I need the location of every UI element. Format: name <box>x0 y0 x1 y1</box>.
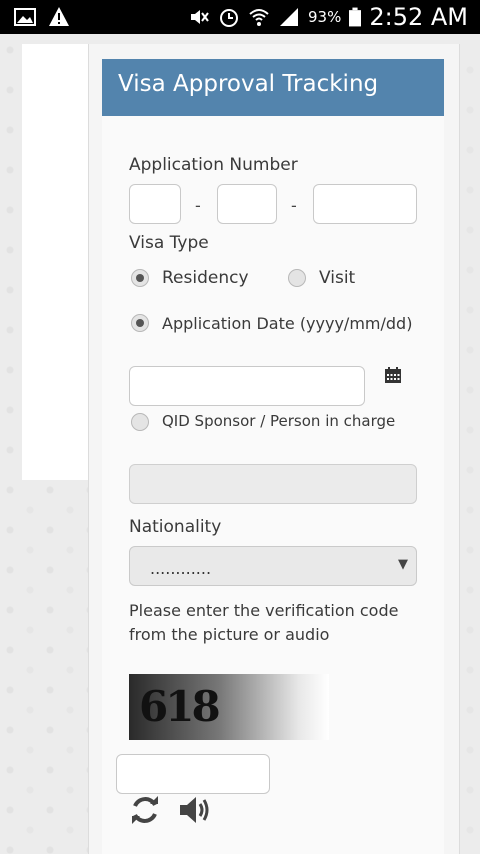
nationality-selected-value: ............ <box>150 559 212 578</box>
mute-icon <box>191 10 209 24</box>
wifi-icon <box>249 9 269 26</box>
captcha-input[interactable] <box>116 754 270 794</box>
refresh-icon[interactable] <box>128 794 162 826</box>
speaker-icon[interactable] <box>178 794 212 826</box>
application-number-label: Application Number <box>129 155 298 175</box>
page-title: Visa Approval Tracking <box>102 59 444 116</box>
calendar-icon[interactable] <box>385 367 401 383</box>
visit-label: Visit <box>319 268 356 288</box>
residency-label: Residency <box>162 268 249 288</box>
verification-instruction-line1: Please enter the verification code <box>129 601 399 620</box>
application-number-part3-input[interactable] <box>313 184 417 224</box>
signal-icon <box>280 8 298 26</box>
qid-sponsor-label: QID Sponsor / Person in charge <box>162 412 396 430</box>
clock: 2:52 AM <box>369 3 468 31</box>
nationality-label: Nationality <box>129 517 222 537</box>
battery-percent: 93% <box>308 8 342 26</box>
image-icon <box>14 8 36 26</box>
side-panel <box>22 44 88 480</box>
application-date-input[interactable] <box>129 366 365 406</box>
separator: - <box>291 196 297 215</box>
qid-sponsor-input[interactable] <box>129 464 417 504</box>
visa-type-label: Visa Type <box>129 233 209 253</box>
radio-residency[interactable] <box>131 269 149 287</box>
nationality-select[interactable]: ............ ▼ <box>129 546 417 586</box>
captcha-image: 618 <box>129 674 329 740</box>
battery-icon <box>349 7 362 27</box>
application-number-part1-input[interactable] <box>129 184 181 224</box>
alarm-icon <box>220 9 238 27</box>
radio-application-date[interactable] <box>131 314 149 332</box>
caret-down-icon: ▼ <box>398 557 408 572</box>
verification-instruction-line2: from the picture or audio <box>129 625 330 644</box>
radio-qid-sponsor[interactable] <box>131 413 149 431</box>
application-date-label: Application Date (yyyy/mm/dd) <box>162 314 413 333</box>
separator: - <box>195 196 201 215</box>
application-number-part2-input[interactable] <box>217 184 277 224</box>
warning-icon <box>49 7 69 26</box>
status-bar: 93% 2:52 AM <box>0 0 480 34</box>
radio-visit[interactable] <box>288 269 306 287</box>
